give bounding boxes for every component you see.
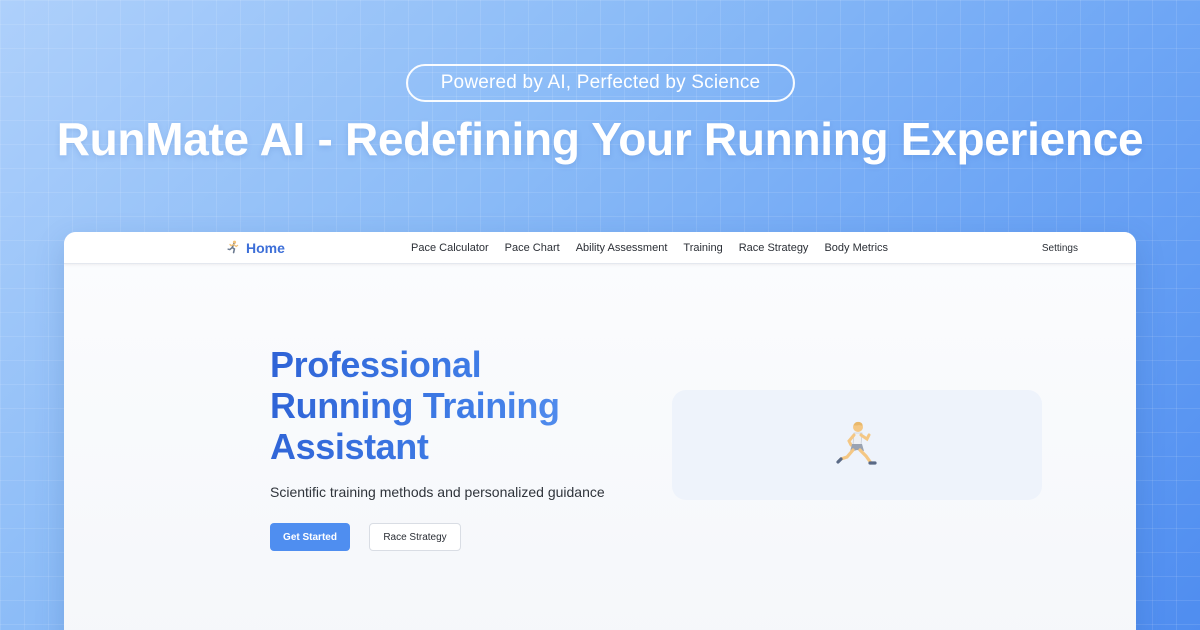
runner-icon xyxy=(836,421,877,465)
nav-item-pace-calculator[interactable]: Pace Calculator xyxy=(411,242,489,254)
tagline-badge: Powered by AI, Perfected by Science xyxy=(406,64,795,102)
nav-item-training[interactable]: Training xyxy=(683,242,722,254)
top-navbar: Home Pace Calculator Pace Chart Ability … xyxy=(64,232,1136,264)
hero-title: RunMate AI - Redefining Your Running Exp… xyxy=(56,113,1144,165)
settings-link[interactable]: Settings xyxy=(1042,232,1078,264)
home-label: Home xyxy=(246,240,285,256)
nav-item-ability-assessment[interactable]: Ability Assessment xyxy=(576,242,668,254)
nav-item-body-metrics[interactable]: Body Metrics xyxy=(824,242,888,254)
home-link[interactable]: Home xyxy=(226,232,285,264)
nav-item-pace-chart[interactable]: Pace Chart xyxy=(505,242,560,254)
nav-menu: Pace Calculator Pace Chart Ability Asses… xyxy=(411,232,888,264)
race-strategy-button[interactable]: Race Strategy xyxy=(369,523,461,551)
runner-icon xyxy=(226,240,240,257)
app-window: Home Pace Calculator Pace Chart Ability … xyxy=(64,232,1136,630)
nav-item-race-strategy[interactable]: Race Strategy xyxy=(739,242,809,254)
get-started-button[interactable]: Get Started xyxy=(270,523,350,551)
main-subtitle: Scientific training methods and personal… xyxy=(270,484,605,500)
tagline-text: Powered by AI, Perfected by Science xyxy=(440,72,761,93)
runner-illustration-card xyxy=(672,390,1042,500)
main-headline: Professional Running Training Assistant xyxy=(270,344,630,467)
